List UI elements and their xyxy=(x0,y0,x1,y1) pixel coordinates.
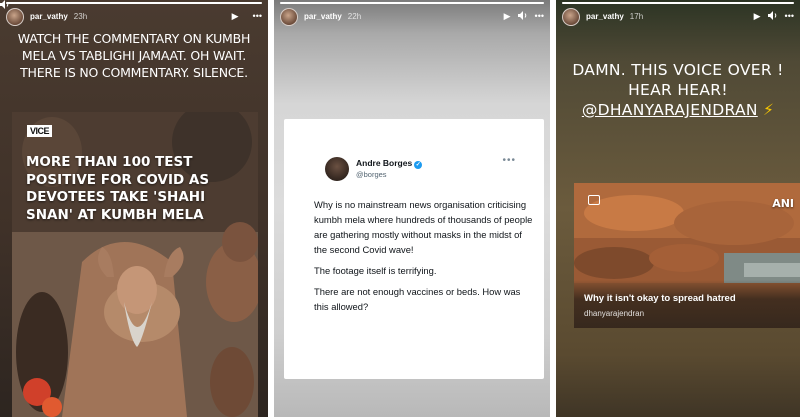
tweet-author-name[interactable]: Andre Borges ✓ xyxy=(356,158,423,169)
speaker-icon[interactable] xyxy=(517,11,528,22)
ani-badge: ANI xyxy=(772,197,794,210)
story-username[interactable]: par_vathy xyxy=(586,12,624,21)
play-icon[interactable]: ▶ xyxy=(754,12,761,21)
lightning-emoji-icon: ⚡ xyxy=(762,101,775,119)
story-header: par_vathy 22h ▶ ••• xyxy=(274,0,550,30)
story-username[interactable]: par_vathy xyxy=(30,12,68,21)
tweet-body: Why is no mainstream news organisation c… xyxy=(314,197,534,320)
user-mention-link[interactable]: @DHANYARAJENDRAN xyxy=(582,101,758,119)
more-options-icon[interactable]: ••• xyxy=(535,12,544,21)
story-timestamp: 17h xyxy=(629,12,644,21)
photo-icon xyxy=(588,195,600,205)
avatar[interactable] xyxy=(562,7,580,26)
tweet-author-handle: @borges xyxy=(356,170,387,179)
play-icon[interactable]: ▶ xyxy=(232,12,239,21)
story-username[interactable]: par_vathy xyxy=(304,12,342,21)
news-headline: MORE THAN 100 TEST POSITIVE FOR COVID AS… xyxy=(26,154,210,223)
story-timestamp: 22h xyxy=(347,12,362,21)
tweet-paragraph: Why is no mainstream news organisation c… xyxy=(314,199,533,255)
story-panel-1[interactable]: par_vathy 23h ▶ ••• WATCH THE COMMENTARY… xyxy=(0,0,268,417)
verified-icon: ✓ xyxy=(414,161,423,169)
more-options-icon[interactable]: ••• xyxy=(785,12,794,21)
story-text: DAMN. THIS VOICE OVER ! HEAR HEAR! @DHAN… xyxy=(562,60,794,120)
story-header: par_vathy 23h ▶ ••• xyxy=(0,0,268,30)
speaker-icon[interactable] xyxy=(767,11,778,22)
story-panel-2[interactable]: par_vathy 22h ▶ ••• Andre Borges ✓ @borge… xyxy=(274,0,550,417)
card-title: Why it isn't okay to spread hatred xyxy=(584,293,736,304)
shared-post-card[interactable]: ANI Why it isn't okay to spread hatred d… xyxy=(574,183,800,328)
tweet-paragraph: The footage itself is terrifying. xyxy=(314,265,437,276)
card-caption-overlay xyxy=(574,280,800,328)
story-text: WATCH THE COMMENTARY ON KUMBH MELA VS TA… xyxy=(17,31,251,80)
vice-logo: VICE xyxy=(27,125,53,137)
more-options-icon[interactable]: ••• xyxy=(253,12,262,21)
tweet-paragraph: There are not enough vaccines or beds. H… xyxy=(314,286,521,312)
avatar[interactable] xyxy=(280,7,298,26)
story-header: par_vathy 17h ▶ ••• xyxy=(556,0,800,30)
story-timestamp: 23h xyxy=(73,12,88,21)
tweet-more-icon[interactable]: ••• xyxy=(502,155,516,166)
tweet-card[interactable]: Andre Borges ✓ @borges ••• Why is no main… xyxy=(284,119,544,379)
play-icon[interactable]: ▶ xyxy=(504,12,511,21)
card-author[interactable]: dhanyarajendran xyxy=(584,309,644,318)
story-caption: DAMN. THIS VOICE OVER ! HEAR HEAR! xyxy=(572,61,784,99)
news-image: VICE MORE THAN 100 TEST POSITIVE FOR COV… xyxy=(12,112,258,417)
tweet-author-avatar[interactable] xyxy=(325,157,349,181)
avatar[interactable] xyxy=(6,7,24,26)
story-panel-3[interactable]: par_vathy 17h ▶ ••• DAMN. THIS VOICE OVE… xyxy=(556,0,800,417)
